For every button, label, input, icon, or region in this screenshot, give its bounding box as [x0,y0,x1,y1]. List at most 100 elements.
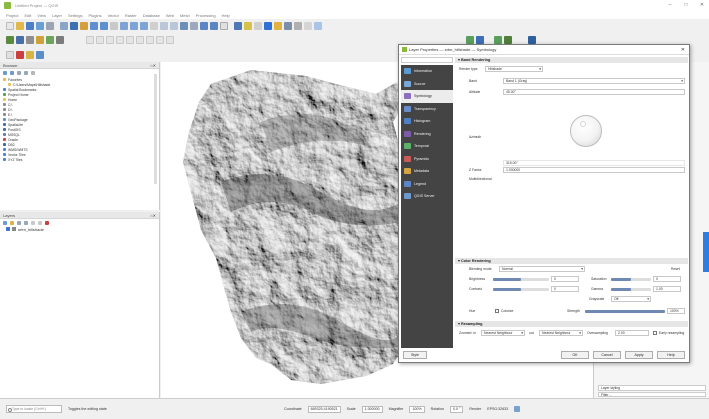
show-bookmarks-icon[interactable] [210,22,218,30]
attribute-table-icon[interactable] [264,22,272,30]
menu-web[interactable]: Web [166,13,174,18]
save-as-icon[interactable] [36,22,44,30]
zoom-next-icon[interactable] [170,22,178,30]
refresh-browser-icon[interactable] [3,70,7,75]
data-source-manager-icon[interactable] [6,36,14,44]
pan-icon[interactable] [70,22,78,30]
sidebar-item-rendering[interactable]: Rendering [401,128,453,141]
saturation-spinbox[interactable]: 0 [653,276,681,282]
panel-close-icon[interactable]: ⌂✕ [150,213,156,218]
pan-to-selection-icon[interactable] [80,22,88,30]
menu-help[interactable]: Help [222,13,230,18]
filter-browser-icon[interactable] [10,70,14,75]
browser-item[interactable]: XYZ Tiles [3,157,156,162]
results-viewer-icon[interactable] [528,36,536,44]
deselect-icon[interactable] [254,22,262,30]
bookmark-icon[interactable] [200,22,208,30]
sidebar-item-legend[interactable]: Legend [401,178,453,191]
identify-icon[interactable] [234,22,242,30]
select-features-icon[interactable] [244,22,252,30]
reset-button[interactable]: Reset [671,267,680,271]
enable-properties-icon[interactable] [24,70,28,75]
sidebar-item-symbology[interactable]: Symbology [401,90,453,103]
menu-settings[interactable]: Settings [68,13,82,18]
maximize-icon[interactable]: □ [683,2,689,8]
new-shapefile-icon[interactable] [26,36,34,44]
filter-legend-icon[interactable] [24,220,28,225]
brightness-slider[interactable] [493,278,549,281]
resampling-header[interactable]: Resampling [455,321,688,327]
grayscale-combo[interactable]: Off [611,296,651,302]
paste-features-icon[interactable] [136,36,144,44]
panel-close-icon[interactable]: ⌂✕ [150,63,156,68]
menu-database[interactable]: Database [143,13,160,18]
style-button[interactable]: Style [403,351,427,359]
redo-icon[interactable] [156,36,164,44]
strength-spinbox[interactable]: 100% [667,308,685,314]
plugin-icon[interactable] [476,36,484,44]
cut-features-icon[interactable] [116,36,124,44]
sidebar-item-metadata[interactable]: Metadata [401,165,453,178]
azimuth-spinbox[interactable]: 315.00° [503,160,685,166]
zoom-full-icon[interactable] [120,22,128,30]
zoomed-out-combo[interactable]: Nearest Neighbour [539,330,583,336]
delete-selected-icon[interactable] [106,36,114,44]
label-tool-icon[interactable] [166,36,174,44]
minimize-icon[interactable]: – [667,2,673,8]
zoom-in-icon[interactable] [90,22,98,30]
layer-styling-combo[interactable]: Layer styling [598,385,706,391]
sidebar-item-source[interactable]: Source [401,78,453,91]
layer-visibility-checkbox[interactable] [6,227,10,231]
open-project-icon[interactable] [16,22,24,30]
remove-layer-icon[interactable] [16,50,24,59]
saturation-slider[interactable] [611,278,651,281]
refresh-icon[interactable] [220,22,228,30]
crs-button[interactable]: EPSG:32633 [487,407,508,411]
collapse-all-icon[interactable] [38,220,42,225]
undo-icon[interactable] [146,36,154,44]
zfactor-spinbox[interactable]: 1.000000 [503,167,685,173]
expand-all-icon[interactable] [31,220,35,225]
zoomed-in-combo[interactable]: Nearest Neighbour [481,330,525,336]
new-3d-view-icon[interactable] [190,22,198,30]
manage-themes-icon[interactable] [17,220,21,225]
coordinate-field[interactable]: 689325,4190521 [307,405,341,413]
colorize-checkbox[interactable] [495,309,499,313]
zoom-last-icon[interactable] [160,22,168,30]
oversampling-spinbox[interactable]: 2.00 [615,330,649,336]
azimuth-knob[interactable] [570,115,602,147]
field-calculator-icon[interactable] [274,22,282,30]
gamma-spinbox[interactable]: 1.00 [653,286,681,292]
scale-combo[interactable]: 1:300000 [361,405,383,413]
menu-raster[interactable]: Raster [125,13,137,18]
processing-toolbox-icon[interactable] [494,36,502,44]
sidebar-item-qgis-server[interactable]: QGIS Server [401,190,453,203]
apply-button[interactable]: Apply [625,351,653,359]
magnifier-field[interactable]: 100% [409,405,425,413]
locator-search-input[interactable]: Type to locate (Ctrl+K) [6,405,62,413]
strength-slider[interactable] [585,310,665,313]
dialog-close-icon[interactable]: ✕ [681,47,685,53]
azimuth-dial[interactable] [555,111,619,153]
sidebar-item-histogram[interactable]: Histogram [401,115,453,128]
early-resampling-checkbox[interactable] [653,331,657,335]
zoom-selection-icon[interactable] [130,22,138,30]
layer-item[interactable]: srtm_hillshade [0,226,159,232]
contrast-spinbox[interactable]: 0 [551,286,579,292]
browser-scrollbar[interactable] [154,74,157,184]
browser-help-icon[interactable] [31,70,35,75]
color-rendering-header[interactable]: Color Rendering [455,258,688,264]
altitude-spinbox[interactable]: 45.00° [503,89,685,95]
menu-vector[interactable]: Vector [108,13,119,18]
close-window-icon[interactable]: ✕ [699,2,705,8]
processing-history-icon[interactable] [504,36,512,44]
band-combo[interactable]: Band 1 (Gray) [503,78,685,84]
digitize-icon[interactable] [56,36,64,44]
stats-icon[interactable] [284,22,292,30]
new-map-view-icon[interactable] [180,22,188,30]
map-tips-icon[interactable] [304,22,312,30]
brightness-spinbox[interactable]: 0 [551,276,579,282]
gamma-slider[interactable] [611,288,651,291]
new-project-icon[interactable] [6,22,14,30]
python-console-icon[interactable] [466,36,474,44]
